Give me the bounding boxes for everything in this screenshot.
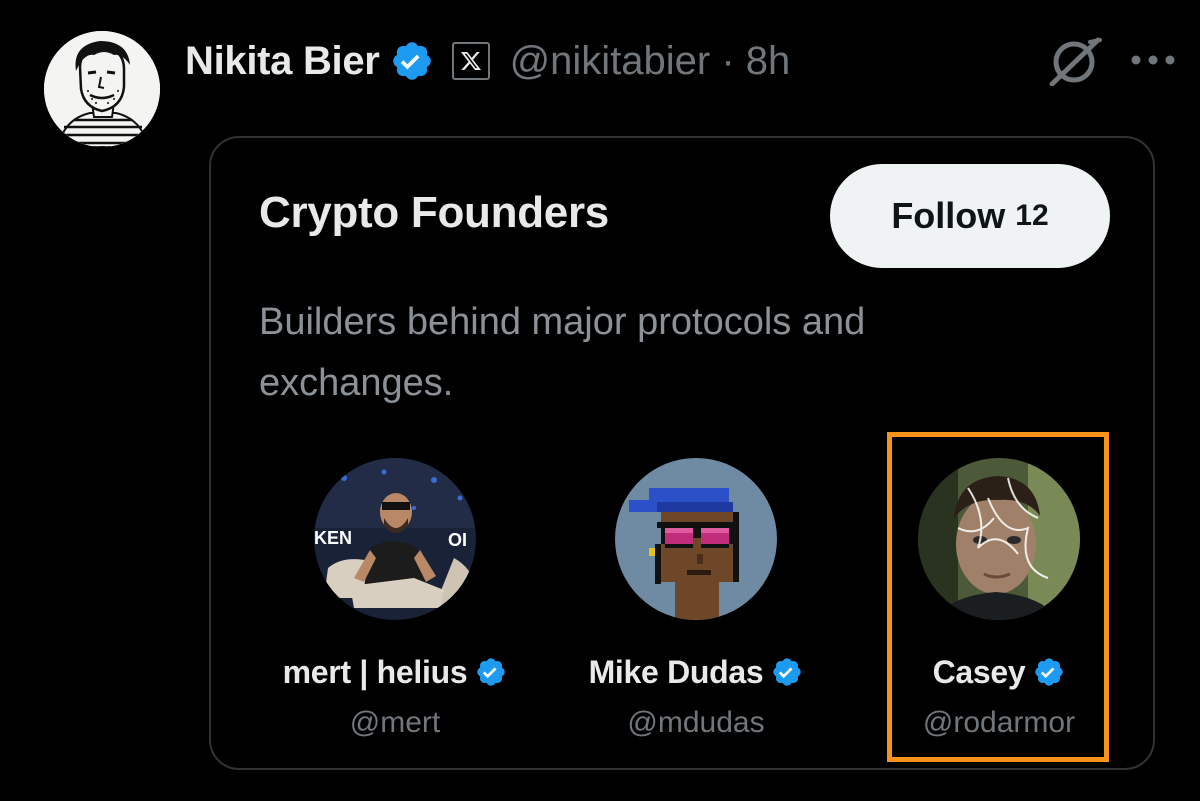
grok-icon[interactable] xyxy=(1046,36,1102,87)
post-header: Nikita Bier @nikitabier · 8h xyxy=(185,30,790,92)
svg-text:OI: OI xyxy=(448,530,467,550)
verified-badge-icon[interactable] xyxy=(390,39,434,83)
svg-text:KEN: KEN xyxy=(314,528,352,548)
author-avatar[interactable] xyxy=(44,31,160,147)
author-name[interactable]: Nikita Bier xyxy=(185,39,380,84)
x-logo-icon[interactable] xyxy=(451,42,490,80)
member-name[interactable]: Mike Dudas xyxy=(589,654,764,691)
highlight-box xyxy=(887,432,1109,762)
follow-count: 12 xyxy=(1015,199,1049,232)
list-member[interactable]: Mike Dudas @mdudas xyxy=(546,458,846,740)
verified-badge-icon xyxy=(475,656,507,688)
member-name[interactable]: mert | helius xyxy=(283,654,468,691)
member-handle[interactable]: @mert xyxy=(245,706,545,740)
list-member[interactable]: KEN OI mert | helius @mert xyxy=(245,458,545,740)
list-title: Crypto Founders xyxy=(259,188,609,237)
list-description: Builders behind major protocols and exch… xyxy=(259,301,866,404)
member-avatar[interactable]: KEN OI xyxy=(314,458,476,620)
member-avatar[interactable] xyxy=(615,458,777,620)
member-name-row: Mike Dudas xyxy=(546,650,846,694)
author-handle-and-time[interactable]: @nikitabier · 8h xyxy=(510,39,791,84)
member-handle[interactable]: @mdudas xyxy=(546,706,846,740)
follow-label: Follow xyxy=(891,195,1006,236)
post: Nikita Bier @nikitabier · 8h Crypto Foun… xyxy=(0,0,1200,801)
member-name-row: mert | helius xyxy=(245,650,545,694)
more-icon[interactable] xyxy=(1130,52,1176,68)
follow-button[interactable]: Follow 12 xyxy=(830,164,1110,268)
verified-badge-icon xyxy=(771,656,803,688)
